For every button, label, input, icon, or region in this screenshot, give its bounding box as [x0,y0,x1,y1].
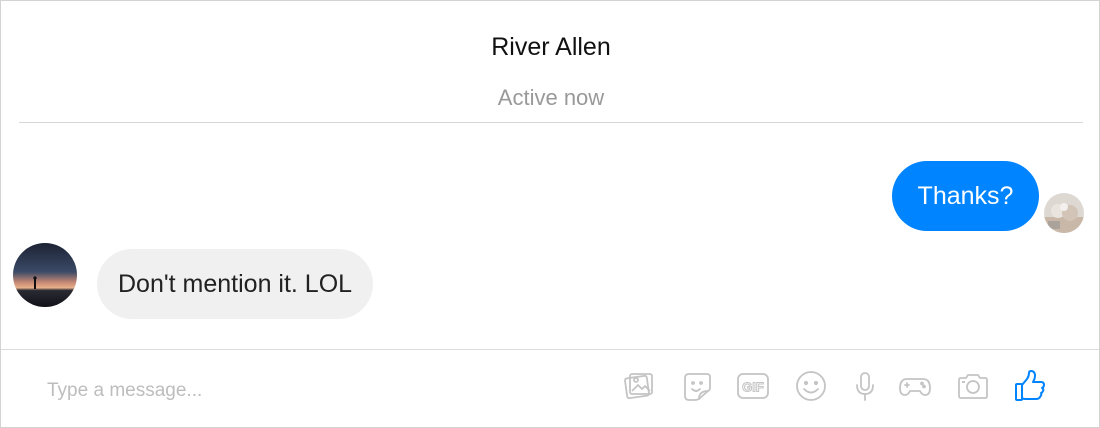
sender-avatar-image [1044,193,1084,233]
contact-name[interactable]: River Allen [19,33,1083,62]
sender-avatar[interactable] [1044,193,1084,233]
voice-clip-button[interactable] [847,368,883,404]
games-button[interactable] [897,368,933,404]
incoming-message-bubble[interactable]: Don't mention it. LOL [97,249,374,319]
emoji-button[interactable] [793,368,829,404]
like-button[interactable] [1011,368,1047,404]
emoji-icon [796,371,826,401]
contact-status: Active now [497,85,605,110]
sticker-icon [684,373,711,401]
sticker-button[interactable] [679,368,715,404]
chat-window: River Allen Active now Thanks? Don't men… [0,0,1100,428]
gif-icon: GIF [737,373,769,399]
photo-icon [624,373,653,400]
contact-avatar[interactable] [13,243,77,307]
thumbs-up-icon [1015,370,1045,401]
photo-button[interactable] [621,368,657,404]
camera-icon [958,374,988,399]
outgoing-message-bubble[interactable]: Thanks? [892,161,1039,231]
game-controller-icon [899,378,931,396]
microphone-icon [856,372,874,401]
gif-button[interactable]: GIF [735,368,771,404]
gif-label: GIF [742,380,764,395]
message-composer: GIF [1,349,1099,428]
contact-avatar-image [13,243,77,307]
message-input[interactable] [47,376,467,406]
conversation-header: River Allen Active now [19,1,1083,123]
camera-button[interactable] [955,368,991,404]
